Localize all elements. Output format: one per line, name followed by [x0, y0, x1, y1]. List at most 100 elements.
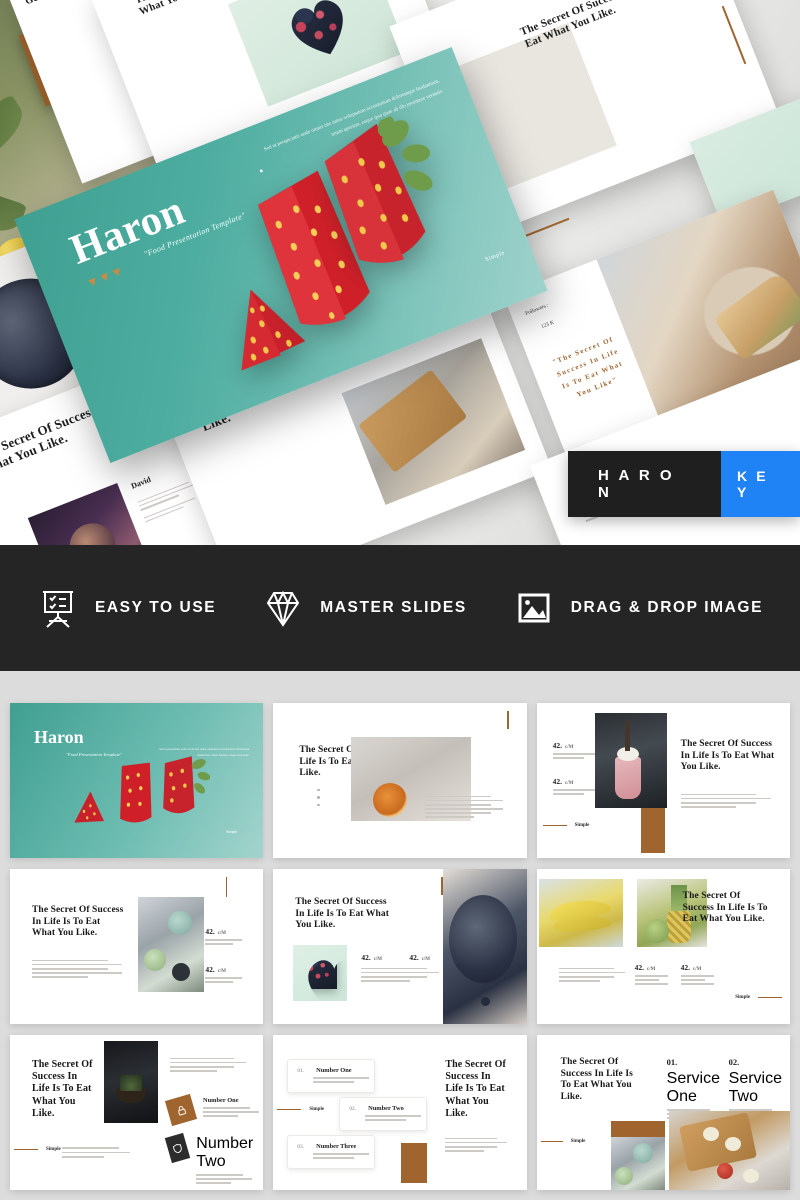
- thumb-heading: The Secret Of Success In Life Is To Eat …: [32, 1059, 93, 1119]
- david-portrait-photo: [27, 482, 156, 545]
- cutting-board-photo: [341, 338, 526, 505]
- thumb-heading: The Secret Of Success In Life Is To Eat …: [295, 897, 389, 931]
- slide-thumbnail[interactable]: The Secret Of Success In Life Is To Eat …: [536, 869, 790, 1024]
- list-item[interactable]: Number One: [164, 1093, 259, 1127]
- lime-photo: [610, 1137, 665, 1190]
- feature-master-slides: MASTER SLIDES: [262, 587, 467, 629]
- thumb-body: [170, 1055, 246, 1074]
- followers-label: Followers :: [524, 302, 550, 318]
- diamond-icon: [262, 587, 304, 629]
- feature-label: DRAG & DROP IMAGE: [570, 599, 764, 616]
- lime-photo: [138, 897, 204, 992]
- logo-badge-format: K E Y: [737, 468, 769, 500]
- step-card[interactable]: 01. Number One: [287, 1059, 376, 1094]
- thumb-body: [62, 1145, 130, 1160]
- corner-rule: Simple: [540, 1139, 585, 1144]
- heart-fruit-shape: [280, 0, 359, 66]
- corner-rule: Simple: [735, 995, 782, 1000]
- accent-strip: [225, 877, 228, 897]
- slide-thumbnail[interactable]: 01. Number One 02. Number Two 03. Number…: [273, 1035, 527, 1190]
- dot-accent-icon: [259, 168, 264, 173]
- slide-thumbnail[interactable]: The Secret Of Success In Life Is To Eat …: [10, 1035, 264, 1190]
- slide-thumbnail[interactable]: Haron "Food Presentation Template" Sed u…: [10, 703, 264, 858]
- list-item-title: Number One: [203, 1097, 239, 1104]
- service-number: 02.: [728, 1057, 740, 1067]
- thumb-stat: 42. c/M: [361, 953, 383, 962]
- thumb-heading: The Secret Of Success In Life Is To Eat …: [680, 739, 775, 773]
- collage-quote: "The Secret Of Success In Life Is To Eat…: [551, 335, 625, 399]
- blueberry-bowl-photo: [442, 869, 527, 1024]
- accent-strip: [441, 877, 443, 895]
- followers-value: 123 K: [540, 319, 556, 331]
- collage-pineapple-heading: The Secret Of Success In Life Is To Eat …: [518, 0, 682, 51]
- thumb-heading: The Secret Of Success In Life Is To Eat …: [560, 1057, 633, 1102]
- triangle-icon: [100, 272, 111, 283]
- slide-thumbnail[interactable]: 42. c/M 42. c/M The Secret Of Success In L…: [536, 703, 790, 858]
- logo-badge-name: H A R O N: [598, 467, 675, 501]
- step-title: Number Two: [368, 1105, 404, 1112]
- step-title: Number One: [316, 1067, 352, 1074]
- collage-geoff-heading: Geoff: [24, 0, 51, 8]
- accent-block: [640, 805, 665, 853]
- thumb-body: [680, 791, 771, 810]
- apples-board-photo: [668, 1111, 790, 1190]
- feature-bar: EASY TO USE MASTER SLIDES DRAG & DROP IM…: [0, 545, 800, 671]
- thumb-stat: 42. c/M: [680, 963, 721, 988]
- step-card[interactable]: 02. Number Two: [339, 1097, 428, 1132]
- triangle-icon: [87, 277, 98, 288]
- thumb-heading: The Secret Of Success In Life Is To Eat …: [32, 905, 124, 939]
- feature-drag-drop-image: DRAG & DROP IMAGE: [513, 587, 763, 629]
- step-number: 01.: [297, 1068, 305, 1074]
- thumb-corner-label: Simple: [225, 829, 238, 834]
- thumb-brand: Haron: [34, 727, 84, 747]
- feature-label: EASY TO USE: [94, 599, 217, 616]
- step-card[interactable]: 03. Number Three: [287, 1135, 376, 1170]
- slide-thumbnail[interactable]: The Secret Of Success In Life Is To Eat …: [273, 869, 527, 1024]
- accent-strip: [507, 711, 509, 729]
- thumb-body: [558, 965, 625, 984]
- corner-rule: Simple: [14, 1147, 61, 1152]
- feature-label: MASTER SLIDES: [320, 599, 467, 616]
- strawberry-photo: [163, 756, 210, 814]
- service-number: 01.: [666, 1057, 678, 1067]
- collage-david-name: David: [129, 474, 153, 491]
- thumb-body: [445, 1135, 508, 1154]
- strawberry-photo: [74, 791, 104, 823]
- triangle-icon: [112, 268, 123, 278]
- hero-collage: Geoff The Secret Of Success In Life Is T…: [0, 0, 800, 545]
- thumb-heading: The Secret Of Success In Life Is To Eat …: [445, 1059, 506, 1119]
- bonsai-photo: [104, 1041, 158, 1123]
- thumb-stat: 42. c/M: [205, 927, 249, 947]
- bullet-dots: [317, 789, 320, 807]
- feature-easy-to-use: EASY TO USE: [37, 587, 216, 629]
- strawberry-photo: [120, 762, 152, 823]
- thumb-heading: The Secret Of Success In Life Is To Eat …: [682, 891, 768, 925]
- slide-thumbnail[interactable]: The Secret Of Success In Life Is To Eat …: [536, 1035, 790, 1190]
- title-slide-corner-label: Simple: [484, 250, 506, 264]
- step-number: 03.: [297, 1144, 305, 1150]
- corner-rule: Simple: [277, 1107, 324, 1112]
- brand-title: Haron: [64, 187, 192, 274]
- accent-block: [401, 1143, 428, 1183]
- slide-thumbnail[interactable]: The Secret Of Success In Life Is To Eat …: [273, 703, 527, 858]
- image-frame-icon: [513, 587, 555, 629]
- thumb-body: [425, 793, 504, 821]
- logo-badge-name-box: H A R O N: [568, 451, 721, 517]
- step-number: 02.: [349, 1106, 357, 1112]
- heart-berries-photo: [293, 945, 348, 1001]
- presentation-board-icon: [37, 587, 79, 629]
- step-title: Number Three: [316, 1143, 357, 1150]
- list-item[interactable]: Number Two: [164, 1132, 263, 1187]
- corner-rule: Simple: [542, 823, 589, 828]
- logo-badge: H A R O N K E Y: [568, 451, 800, 517]
- slide-thumbnail[interactable]: The Secret Of Success In Life Is To Eat …: [10, 869, 264, 1024]
- service-title: Service Two: [728, 1070, 783, 1105]
- thumb-tagline: "Food Presentation Template": [66, 752, 122, 757]
- milkshake-photo: [594, 713, 667, 808]
- lock-icon: [164, 1093, 198, 1127]
- service-title: Service One: [666, 1070, 721, 1105]
- thumb-stat: 42. c/M: [409, 953, 431, 962]
- thumb-body: [32, 957, 122, 980]
- list-item-title: Number Two: [196, 1135, 254, 1170]
- accent-block: [610, 1121, 665, 1137]
